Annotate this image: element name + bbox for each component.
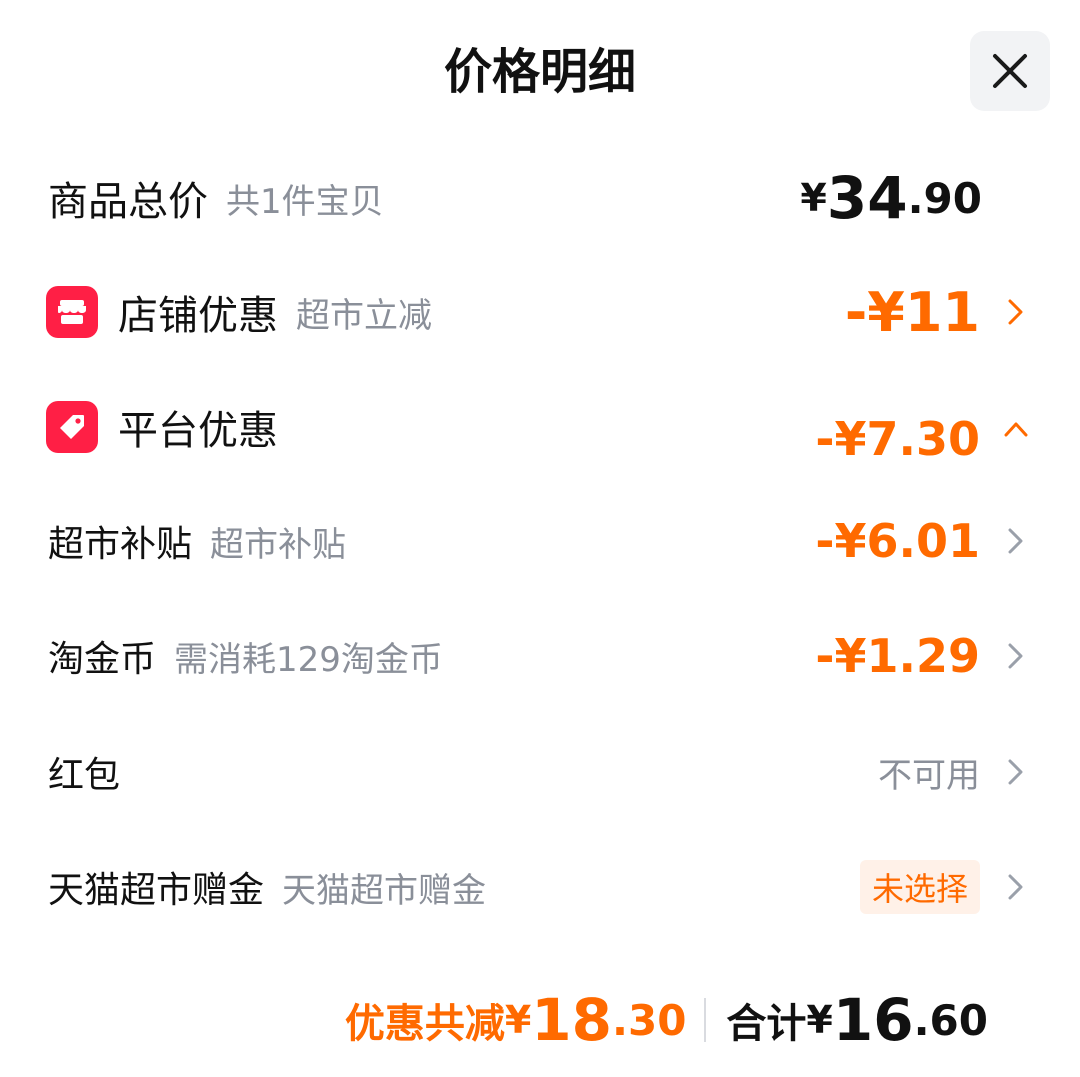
store-discount-row[interactable]: 店铺优惠 超市立减 -¥11	[0, 272, 1080, 352]
discount-total-currency: ¥	[504, 998, 532, 1042]
tmall-bonus-row[interactable]: 天猫超市赠金 天猫超市赠金 未选择	[0, 847, 1080, 927]
chevron-up-icon[interactable]	[1002, 417, 1030, 441]
discount-total-integer: 18	[531, 986, 613, 1054]
chevron-right-icon[interactable]	[1004, 525, 1028, 557]
discount-total-label: 优惠共减	[344, 1001, 505, 1047]
platform-discount-row[interactable]: 平台优惠 -¥7.30	[0, 387, 1080, 467]
list-item-label: 淘金币	[48, 639, 157, 680]
store-discount-hint: 超市立减	[296, 295, 432, 336]
close-button[interactable]	[970, 31, 1050, 111]
chevron-right-icon[interactable]	[1004, 756, 1028, 788]
goods-total-row: 商品总价 共1件宝贝 ¥ 34 .90	[0, 158, 1080, 238]
supermarket-subsidy-row[interactable]: 超市补贴 超市补贴 -¥6.01	[0, 501, 1080, 581]
platform-discount-value: -¥7.30	[815, 412, 980, 466]
tmall-bonus-status: 未选择	[859, 847, 980, 927]
red-packet-row[interactable]: 红包 不可用	[0, 732, 1080, 812]
goods-total-decimal: .90	[907, 173, 982, 223]
goods-count-hint: 共1件宝贝	[226, 181, 384, 222]
discount-total-decimal: .30	[612, 995, 687, 1045]
taojinbi-row[interactable]: 淘金币 需消耗129淘金币 -¥1.29	[0, 616, 1080, 696]
status-badge: 未选择	[859, 860, 980, 914]
platform-discount-amount: -¥7.30	[815, 399, 980, 479]
grand-total-currency: ¥	[806, 998, 833, 1042]
goods-total-label: 商品总价	[48, 179, 208, 225]
red-packet-status: 不可用	[878, 732, 980, 812]
shop-icon	[46, 286, 98, 338]
store-discount-amount: -¥11	[845, 272, 980, 352]
store-discount-value: -¥11	[844, 280, 980, 344]
goods-total-integer: 34	[826, 164, 908, 232]
goods-total-currency: ¥	[800, 176, 827, 220]
chevron-right-icon[interactable]	[1004, 871, 1028, 903]
divider	[704, 998, 707, 1042]
price-summary: 优惠共减 ¥ 18 .30 合计 ¥ 16 .60	[345, 980, 988, 1060]
supermarket-subsidy-value: -¥6.01	[815, 514, 980, 568]
platform-discount-label: 平台优惠	[118, 408, 278, 454]
list-item-hint: 天猫超市赠金	[282, 870, 487, 911]
list-item-label: 天猫超市赠金	[48, 870, 265, 911]
list-item-hint: 需消耗129淘金币	[174, 639, 443, 680]
chevron-right-icon[interactable]	[1004, 640, 1028, 672]
list-item-hint: 超市补贴	[210, 524, 347, 565]
taojinbi-value: -¥1.29	[815, 629, 980, 683]
tag-icon	[46, 401, 98, 453]
chevron-right-icon[interactable]	[1004, 296, 1028, 328]
grand-total-label: 合计	[726, 1001, 807, 1047]
list-item-amount: -¥6.01	[815, 501, 980, 581]
grand-total-integer: 16	[832, 986, 914, 1054]
store-discount-label: 店铺优惠	[118, 293, 278, 339]
list-item-amount: -¥1.29	[815, 616, 980, 696]
price-detail-sheet: 价格明细 商品总价 共1件宝贝 ¥ 34 .90 店铺优惠 超市立减 -¥11 …	[0, 0, 1080, 1077]
grand-total-decimal: .60	[913, 995, 988, 1045]
list-item-label: 红包	[48, 755, 121, 796]
goods-total-amount: ¥ 34 .90	[800, 158, 982, 238]
status-text: 不可用	[878, 755, 980, 796]
list-item-label: 超市补贴	[48, 524, 193, 565]
close-icon	[993, 54, 1027, 88]
page-title: 价格明细	[443, 44, 636, 100]
